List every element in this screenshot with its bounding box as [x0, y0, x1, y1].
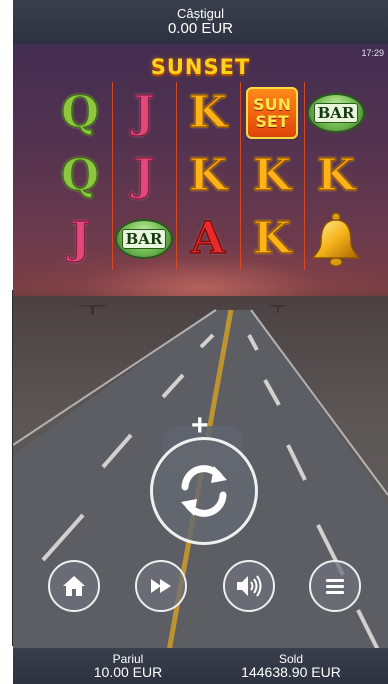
win-bar: Câștigul 0.00 EUR [13, 0, 388, 44]
reel-cell: Q [48, 82, 112, 144]
hamburger-menu-icon [326, 579, 344, 594]
home-button[interactable] [48, 560, 100, 612]
bell-icon [311, 212, 361, 267]
fast-forward-icon [151, 579, 171, 593]
bet-value: 10.00 EUR [93, 664, 163, 680]
reel-cell: K [240, 208, 304, 270]
reel-cell: BAR [304, 82, 368, 144]
symbol-k: K [316, 150, 356, 201]
win-label: Câștigul [177, 6, 224, 21]
reel-cell: BAR [112, 208, 176, 270]
reel-cell: SUN SET [240, 82, 304, 144]
reel-cell: J [48, 208, 112, 270]
sunset-tile-line1: SUN [253, 95, 291, 114]
reel-cell: Q [48, 145, 112, 207]
symbol-q: Q [60, 87, 100, 138]
bet-display[interactable]: Pariul 10.00 EUR [83, 653, 173, 680]
speaker-icon [237, 575, 262, 597]
sunset-tile-line2: SET [255, 112, 289, 131]
slot-game: Câștigul 0.00 EUR 17:29 SUNSET Q J K SUN… [13, 0, 388, 684]
symbol-sunset-wild: SUN SET [246, 87, 298, 139]
reel-cell: K [304, 145, 368, 207]
symbol-j: J [69, 213, 91, 264]
game-logo: SUNSET [150, 55, 251, 79]
symbol-k: K [188, 150, 228, 201]
symbol-q: Q [60, 150, 100, 201]
symbol-j: J [133, 87, 155, 138]
reel-cell: K [176, 145, 240, 207]
reel-cell: J [112, 82, 176, 144]
balance-value: 144638.90 EUR [241, 664, 341, 680]
symbol-bar: BAR [307, 93, 365, 133]
reel-cell: K [176, 82, 240, 144]
reel-grid: Q J K SUN SET BAR Q J K K K J BAR A K [48, 82, 368, 270]
spin-button[interactable] [150, 437, 258, 545]
menu-button[interactable] [309, 560, 361, 612]
symbol-k: K [252, 150, 292, 201]
symbol-bar: BAR [115, 219, 173, 259]
reel-cell: K [240, 145, 304, 207]
balance-display: Sold 144638.90 EUR [231, 653, 351, 680]
autoplay-button[interactable] [135, 560, 187, 612]
reel-cell: A [176, 208, 240, 270]
reel-cell [304, 208, 368, 270]
symbol-a: A [190, 213, 226, 264]
symbol-k: K [252, 213, 292, 264]
refresh-arrows-icon [181, 465, 227, 517]
home-icon [63, 576, 85, 596]
symbol-j: J [133, 150, 155, 201]
info-bar: Pariul 10.00 EUR Sold 144638.90 EUR [13, 648, 388, 684]
win-value: 0.00 EUR [167, 20, 234, 37]
reel-cell: J [112, 145, 176, 207]
sound-button[interactable] [223, 560, 275, 612]
bar-text: BAR [121, 229, 167, 249]
symbol-k: K [188, 87, 228, 138]
bar-text: BAR [313, 103, 359, 123]
